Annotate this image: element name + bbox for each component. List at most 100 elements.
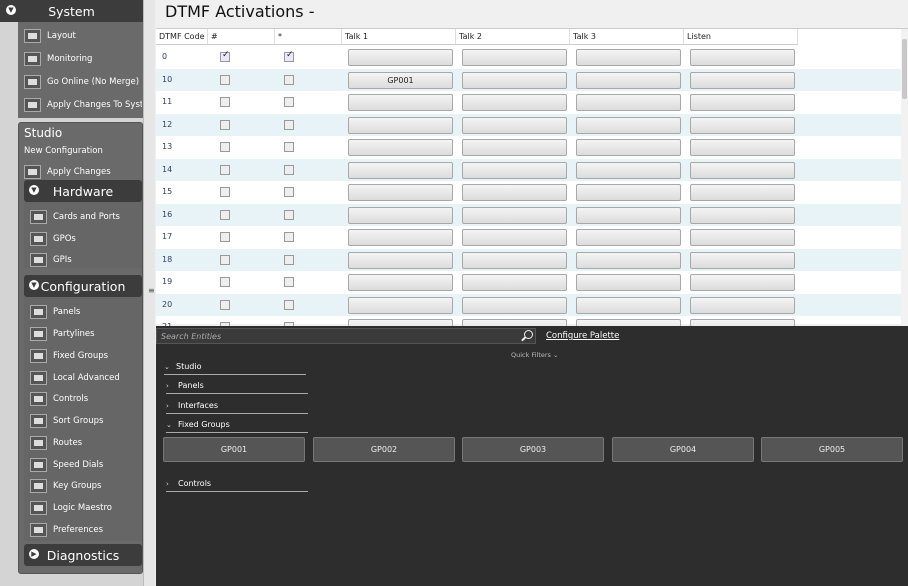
talk3-slot[interactable] xyxy=(576,184,681,201)
sidebar-item-partylines[interactable]: Partylines xyxy=(30,323,148,344)
sidebar-item-controls[interactable]: Controls xyxy=(30,388,148,409)
talk2-slot[interactable] xyxy=(462,296,567,314)
palette-section-panels[interactable]: › Panels xyxy=(166,379,308,394)
column-header[interactable]: DTMF Code xyxy=(156,29,208,45)
talk2-slot[interactable] xyxy=(462,49,567,66)
talk1-slot[interactable] xyxy=(348,94,453,111)
sidebar-item-local-advanced[interactable]: Local Advanced xyxy=(30,367,148,388)
talk2-slot[interactable] xyxy=(462,71,567,89)
hash-checkbox[interactable] xyxy=(220,50,230,62)
sidebar-item-gpos[interactable]: GPOs xyxy=(30,228,148,249)
palette-section-studio[interactable]: ⌄ Studio xyxy=(164,360,306,375)
talk3-slot[interactable] xyxy=(576,296,681,314)
sidebar-item-go-online[interactable]: Go Online (No Merge) xyxy=(24,71,142,92)
hash-checkbox[interactable] xyxy=(220,142,230,152)
hash-checkbox[interactable] xyxy=(220,299,230,310)
apply-changes-button[interactable]: Apply Changes xyxy=(24,161,142,182)
hash-checkbox[interactable] xyxy=(220,254,230,265)
talk1-slot[interactable] xyxy=(348,184,453,201)
talk2-slot[interactable] xyxy=(462,206,567,224)
star-checkbox[interactable] xyxy=(284,164,294,175)
talk2-slot[interactable] xyxy=(462,251,567,269)
talk3-slot[interactable] xyxy=(576,161,681,179)
diagnostics-header[interactable]: ▶ Diagnostics xyxy=(24,544,142,566)
sidebar-item-layout[interactable]: Layout xyxy=(24,25,142,46)
star-checkbox[interactable] xyxy=(284,97,294,107)
talk1-slot[interactable] xyxy=(348,206,453,224)
group-button-gp005[interactable]: GP005 xyxy=(761,437,903,462)
listen-slot[interactable] xyxy=(690,274,795,291)
sidebar-item-fixed-groups[interactable]: Fixed Groups xyxy=(30,345,148,366)
talk2-slot[interactable] xyxy=(462,116,567,134)
talk3-slot[interactable] xyxy=(576,139,681,156)
sidebar-scrollbar[interactable]: ≡ xyxy=(143,0,155,586)
talk1-slot[interactable] xyxy=(348,139,453,156)
star-checkbox[interactable] xyxy=(284,187,294,197)
talk3-slot[interactable] xyxy=(576,206,681,224)
talk3-slot[interactable] xyxy=(576,274,681,291)
listen-slot[interactable] xyxy=(690,184,795,201)
talk1-slot[interactable] xyxy=(348,229,453,246)
palette-section-controls[interactable]: › Controls xyxy=(166,477,308,492)
talk3-slot[interactable] xyxy=(576,229,681,246)
star-checkbox[interactable] xyxy=(284,232,294,242)
sidebar-item-monitoring[interactable]: Monitoring xyxy=(24,48,142,69)
group-button-gp004[interactable]: GP004 xyxy=(612,437,754,462)
star-checkbox[interactable] xyxy=(284,254,294,265)
column-header[interactable]: # xyxy=(208,29,275,45)
hash-checkbox[interactable] xyxy=(220,187,230,197)
listen-slot[interactable] xyxy=(690,229,795,246)
talk1-slot[interactable] xyxy=(348,116,453,134)
sidebar-item-logic-maestro[interactable]: Logic Maestro xyxy=(30,497,148,518)
talk1-slot[interactable]: GP001 xyxy=(348,71,453,89)
star-checkbox[interactable] xyxy=(284,74,294,85)
listen-slot[interactable] xyxy=(690,296,795,314)
star-checkbox[interactable] xyxy=(284,209,294,220)
column-header[interactable]: Talk 2 xyxy=(456,29,570,45)
group-button-gp001[interactable]: GP001 xyxy=(163,437,305,462)
search-icon[interactable] xyxy=(524,330,533,339)
talk1-slot[interactable] xyxy=(348,296,453,314)
talk3-slot[interactable] xyxy=(576,116,681,134)
talk2-slot[interactable] xyxy=(462,229,567,246)
hash-checkbox[interactable] xyxy=(220,232,230,242)
talk1-slot[interactable] xyxy=(348,251,453,269)
group-button-gp003[interactable]: GP003 xyxy=(462,437,604,462)
star-checkbox[interactable] xyxy=(284,119,294,130)
sidebar-item-speed-dials[interactable]: Speed Dials xyxy=(30,454,148,475)
hash-checkbox[interactable] xyxy=(220,277,230,287)
sidebar-item-preferences[interactable]: Preferences xyxy=(30,519,148,540)
listen-slot[interactable] xyxy=(690,49,795,66)
configuration-header[interactable]: ▼ Configuration xyxy=(24,275,142,297)
talk1-slot[interactable] xyxy=(348,49,453,66)
star-checkbox[interactable] xyxy=(284,50,294,62)
palette-section-interfaces[interactable]: › Interfaces xyxy=(166,399,308,414)
talk2-slot[interactable] xyxy=(462,139,567,156)
column-header[interactable]: Listen xyxy=(684,29,798,45)
talk2-slot[interactable] xyxy=(462,94,567,111)
star-checkbox[interactable] xyxy=(284,142,294,152)
talk1-slot[interactable] xyxy=(348,274,453,291)
listen-slot[interactable] xyxy=(690,116,795,134)
talk3-slot[interactable] xyxy=(576,251,681,269)
sidebar-item-gpis[interactable]: GPIs xyxy=(30,249,148,270)
talk3-slot[interactable] xyxy=(576,71,681,89)
hash-checkbox[interactable] xyxy=(220,209,230,220)
palette-section-fixed-groups[interactable]: ⌄ Fixed Groups xyxy=(166,418,308,433)
hash-checkbox[interactable] xyxy=(220,97,230,107)
system-header[interactable]: ▼ System xyxy=(0,0,143,22)
listen-slot[interactable] xyxy=(690,94,795,111)
listen-slot[interactable] xyxy=(690,251,795,269)
scroll-thumb[interactable] xyxy=(902,39,907,99)
talk2-slot[interactable] xyxy=(462,274,567,291)
listen-slot[interactable] xyxy=(690,206,795,224)
talk3-slot[interactable] xyxy=(576,94,681,111)
column-header[interactable]: Talk 3 xyxy=(570,29,684,45)
search-input[interactable]: Search Entities xyxy=(156,328,536,344)
talk1-slot[interactable] xyxy=(348,161,453,179)
listen-slot[interactable] xyxy=(690,161,795,179)
sidebar-item-key-groups[interactable]: Key Groups xyxy=(30,475,148,496)
star-checkbox[interactable] xyxy=(284,277,294,287)
configure-palette-link[interactable]: Configure Palette xyxy=(546,331,619,341)
sidebar-item-routes[interactable]: Routes xyxy=(30,432,148,453)
